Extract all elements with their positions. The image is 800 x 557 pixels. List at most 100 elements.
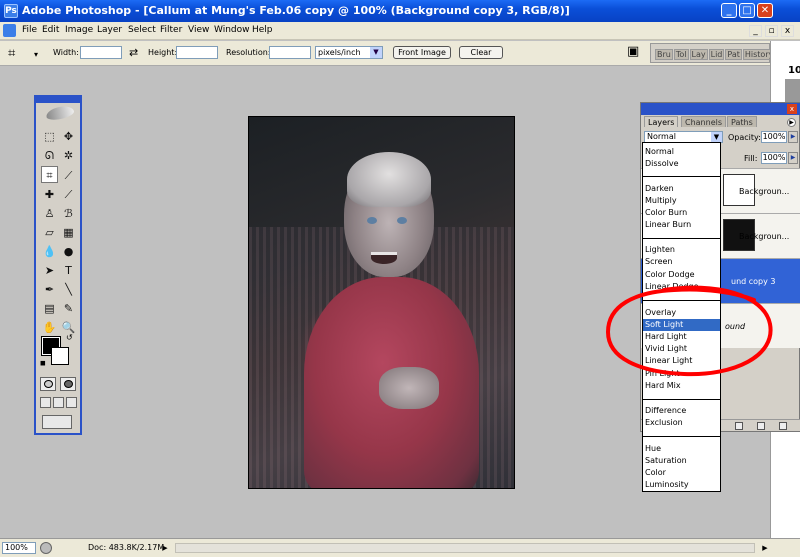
tab-channels[interactable]: Channels [681,116,727,127]
palette-tab-lid[interactable]: Lid [708,49,725,60]
line-tool-icon[interactable]: ╲ [60,281,77,298]
blend-option-exclusion[interactable]: Exclusion [643,417,720,429]
menu-help[interactable]: Help [252,25,273,35]
doc-minimize-button[interactable]: _ [749,25,762,37]
tool-preset-arrow-icon[interactable]: ▾ [34,50,38,59]
slice-tool-icon[interactable]: ⟋ [60,167,77,184]
palette-tab-tool-presets[interactable]: Tol [673,49,689,60]
menu-file[interactable]: File [22,25,37,35]
blend-option-linear-burn[interactable]: Linear Burn [643,219,720,231]
panel-menu-icon[interactable]: ▶ [787,118,796,127]
jump-to-imageready-button[interactable] [42,415,72,429]
resolution-input[interactable] [269,46,311,59]
history-brush-tool-icon[interactable]: ℬ [60,205,77,222]
swap-dimensions-icon[interactable]: ⇄ [129,46,138,59]
palette-tab-paths[interactable]: Pat [725,49,742,60]
photoshop-app-icon[interactable]: Ps [4,4,18,18]
marquee-tool-icon[interactable]: ⬚ [41,128,58,145]
minimize-button[interactable]: _ [721,3,737,18]
fill-input[interactable]: 100% [761,152,787,164]
eyedropper-tool-icon[interactable]: ✎ [60,300,77,317]
magic-wand-tool-icon[interactable]: ✲ [60,147,77,164]
document-canvas-image[interactable] [248,116,515,489]
fill-slider-arrow-icon[interactable]: ▶ [788,152,798,164]
hand-tool-icon[interactable]: ✋ [41,319,58,336]
blend-option-lighten[interactable]: Lighten [643,244,720,256]
pen-tool-icon[interactable]: ✒ [41,281,58,298]
blend-option-normal[interactable]: Normal [643,146,720,158]
doc-restore-button[interactable]: ▫ [765,25,778,37]
file-browser-icon[interactable]: ▣ [627,44,639,59]
maximize-button[interactable]: □ [739,3,755,18]
height-input[interactable] [176,46,218,59]
clone-stamp-tool-icon[interactable]: ♙ [41,205,58,222]
horizontal-scrollbar[interactable] [175,543,755,553]
new-group-icon[interactable] [735,422,743,430]
tab-paths[interactable]: Paths [727,116,757,127]
palette-tab-layer-comps[interactable]: Lay [689,49,708,60]
blend-option-color-burn[interactable]: Color Burn [643,207,720,219]
panel-close-icon[interactable]: x [787,104,797,114]
swap-colors-icon[interactable]: ↺ [66,333,73,342]
lasso-tool-icon[interactable]: ᘏ [41,147,58,164]
palette-tab-brushes[interactable]: Bru [655,49,673,60]
document-menu-icon[interactable] [3,24,16,37]
path-selection-tool-icon[interactable]: ➤ [41,262,58,279]
dodge-tool-icon[interactable]: ● [60,243,77,260]
opacity-input[interactable]: 100% [761,131,787,143]
background-color-swatch[interactable] [51,347,69,365]
status-menu-arrow-icon[interactable]: ▶ [160,542,170,554]
menu-edit[interactable]: Edit [42,25,59,35]
standard-screen-mode-button[interactable] [40,397,51,408]
blend-option-screen[interactable]: Screen [643,256,720,268]
gradient-tool-icon[interactable]: ▦ [60,224,77,241]
zoom-level-field[interactable]: 100% [2,542,36,554]
document-window-buttons: _ ▫ x [746,25,794,37]
crop-tool-icon[interactable]: ⌗ [41,166,58,183]
move-tool-icon[interactable]: ✥ [60,128,77,145]
blend-option-dissolve[interactable]: Dissolve [643,158,720,170]
blend-option-multiply[interactable]: Multiply [643,195,720,207]
healing-brush-tool-icon[interactable]: ✚ [41,186,58,203]
full-screen-mode-button[interactable] [66,397,77,408]
blend-option-luminosity[interactable]: Luminosity [643,479,720,491]
brush-tool-icon[interactable]: ⟋ [60,186,77,203]
standard-mode-button[interactable] [40,377,56,391]
blend-option-darken[interactable]: Darken [643,183,720,195]
menu-select[interactable]: Select [128,25,156,35]
layer-name: Backgroun... [739,187,790,196]
menu-window[interactable]: Window [214,25,250,35]
tab-layers[interactable]: Layers [644,116,679,127]
quick-mask-mode-button[interactable] [60,377,76,391]
trash-icon[interactable] [779,422,787,430]
opacity-slider-arrow-icon[interactable]: ▶ [788,131,798,143]
notes-tool-icon[interactable]: ▤ [41,300,58,317]
blend-option-hue[interactable]: Hue [643,443,720,455]
eraser-tool-icon[interactable]: ▱ [41,224,58,241]
width-input[interactable] [80,46,122,59]
scroll-right-arrow-icon[interactable]: ▶ [760,542,770,554]
blend-option-color[interactable]: Color [643,467,720,479]
blend-option-difference[interactable]: Difference [643,405,720,417]
status-info-icon[interactable] [40,542,52,554]
toolbox-title-bar[interactable] [36,97,80,103]
full-screen-menu-mode-button[interactable] [53,397,64,408]
layers-panel-title-bar[interactable] [641,103,800,115]
doc-close-button[interactable]: x [781,25,794,37]
default-colors-icon[interactable]: ◼ [40,359,46,367]
close-button[interactable]: ✕ [757,3,773,18]
front-image-button[interactable]: Front Image [393,46,451,59]
new-layer-icon[interactable] [757,422,765,430]
menu-filter[interactable]: Filter [160,25,182,35]
menu-view[interactable]: View [188,25,209,35]
menu-image[interactable]: Image [65,25,93,35]
resolution-units-select[interactable]: pixels/inch ▼ [315,46,383,59]
crop-tool-icon[interactable]: ⌗ [8,46,15,61]
blur-tool-icon[interactable]: 💧 [41,243,58,260]
document-size-info: Doc: 483.8K/2.17M [88,543,165,552]
blend-option-saturation[interactable]: Saturation [643,455,720,467]
clear-button[interactable]: Clear [459,46,503,59]
blend-option-color-dodge[interactable]: Color Dodge [643,269,720,281]
menu-layer[interactable]: Layer [97,25,122,35]
type-tool-icon[interactable]: T [60,262,77,279]
